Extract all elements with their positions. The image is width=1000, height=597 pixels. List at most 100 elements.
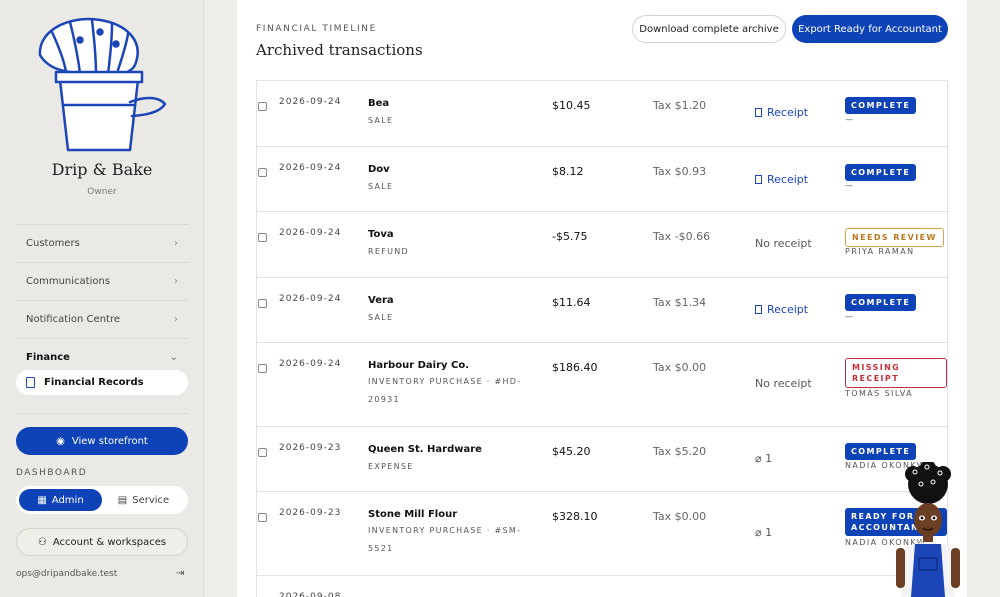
button-label: Account & workspaces [52,536,167,548]
dashboard-label: DASHBOARD [16,468,88,478]
row-amount: $8.12 [552,165,584,178]
users-icon: ⚇ [37,536,47,548]
row-tax: Tax $0.93 [653,165,707,178]
download-archive-button[interactable]: Download complete archive [632,15,786,43]
sidebar-item-communications[interactable]: Communications › [16,262,188,300]
row-amount: $11.64 [552,296,591,309]
row-name: Tova [368,229,394,240]
row-date: 2026-09-08 [279,592,342,597]
croissant-cup-logo [38,17,167,152]
section-eyebrow: FINANCIAL TIMELINE [256,24,377,34]
sidebar-item-label: Finance [26,352,70,363]
row-type: SALE [368,313,394,322]
row-checkbox[interactable] [258,168,267,177]
status-badge: MISSING RECEIPT [845,358,947,388]
no-receipt-label: No receipt [755,237,812,250]
paperclip-icon: ⌀ [755,452,762,465]
eye-icon: ◉ [56,435,65,447]
row-checkbox[interactable] [258,364,267,373]
row-name: Dov [368,164,390,175]
account-workspaces-button[interactable]: ⚇ Account & workspaces [16,528,188,556]
row-date: 2026-09-24 [279,228,342,238]
divider [16,413,188,414]
table-row[interactable]: 2026-09-24 Tova REFUND -$5.75 Tax -$0.66… [257,212,947,278]
row-date: 2026-09-24 [279,294,342,304]
status-badge: COMPLETE [845,294,917,311]
receipt-label: Receipt [767,303,809,316]
row-type: EXPENSE [368,462,414,471]
grid-icon: ▦ [37,494,47,506]
view-storefront-button[interactable]: ◉ View storefront [16,427,188,455]
assistant-avatar[interactable] [893,462,963,597]
chevron-down-icon: ⌄ [169,352,178,363]
row-tax: Tax -$0.66 [653,230,711,243]
row-date: 2026-09-23 [279,508,342,518]
table-row[interactable]: 2026-09-23 Queen St. Hardware EXPENSE $4… [257,427,947,492]
row-person: PRIYA RAMAN [845,247,915,256]
sidebar: Drip & Bake Owner Customers › Communicat… [0,0,204,597]
row-name: Bea [368,98,390,109]
row-checkbox[interactable] [258,513,267,522]
receipt-link[interactable]: Receipt [755,106,808,119]
table-row[interactable]: 2026-09-08 [257,576,947,597]
document-icon [755,108,762,117]
status-badge: COMPLETE [845,164,917,181]
row-name: Harbour Dairy Co. [368,360,470,371]
attachment-count[interactable]: ⌀ 1 [755,526,772,539]
table-row[interactable]: 2026-09-24 Bea SALE $10.45 Tax $1.20 Rec… [257,81,947,147]
user-email: ops@dripandbake.test [16,569,118,579]
sidebar-item-label: Financial Records [44,377,144,388]
chevron-right-icon: › [174,238,178,249]
receipt-label: Receipt [767,106,809,119]
row-type: REFUND [368,247,410,256]
row-type: SALE [368,116,394,125]
row-amount: $328.10 [552,510,598,523]
row-amount: -$5.75 [552,230,588,243]
export-accountant-button[interactable]: Export Ready for Accountant [792,15,948,43]
row-date: 2026-09-24 [279,97,342,107]
document-icon [755,175,762,184]
table-row[interactable]: 2026-09-23 Stone Mill Flour INVENTORY PU… [257,492,947,576]
sidebar-item-label: Communications [26,276,111,287]
row-checkbox[interactable] [258,102,267,111]
table-row[interactable]: 2026-09-24 Harbour Dairy Co. INVENTORY P… [257,343,947,427]
status-badge: COMPLETE [845,443,917,460]
row-checkbox[interactable] [258,448,267,457]
page-title: Archived transactions [256,41,423,59]
sidebar-nav: Customers › Communications › Notificatio… [16,224,188,376]
attachment-count-label: 1 [765,526,773,539]
logout-icon[interactable]: ⇥ [176,568,184,579]
row-tax: Tax $5.20 [653,445,707,458]
row-type: INVENTORY PURCHASE · #SM-5521 [368,526,522,553]
sidebar-item-customers[interactable]: Customers › [16,224,188,262]
row-name: Stone Mill Flour [368,509,458,520]
table-row[interactable]: 2026-09-24 Vera SALE $11.64 Tax $1.34 Re… [257,278,947,343]
sidebar-item-notification-centre[interactable]: Notification Centre › [16,300,188,338]
row-person: — [845,115,855,124]
document-icon [26,377,35,388]
chevron-right-icon: › [174,314,178,325]
row-amount: $10.45 [552,99,591,112]
row-tax: Tax $0.00 [653,361,707,374]
toggle-label: Service [132,494,170,506]
row-amount: $45.20 [552,445,591,458]
status-badge: COMPLETE [845,97,917,114]
receipt-link[interactable]: Receipt [755,173,808,186]
user-role: Owner [87,187,117,197]
row-date: 2026-09-23 [279,443,342,453]
row-person: — [845,181,855,190]
service-toggle-button[interactable]: ▤ Service [102,489,185,511]
attachment-count[interactable]: ⌀ 1 [755,452,772,465]
row-person: TOMÁS SILVA [845,389,914,398]
sidebar-item-financial-records[interactable]: Financial Records [16,370,188,395]
sidebar-item-label: Customers [26,238,80,249]
admin-toggle-button[interactable]: ▦ Admin [19,489,102,511]
no-receipt-label: No receipt [755,377,812,390]
row-name: Queen St. Hardware [368,444,482,455]
row-checkbox[interactable] [258,233,267,242]
table-row[interactable]: 2026-09-24 Dov SALE $8.12 Tax $0.93 Rece… [257,147,947,212]
register-icon: ▤ [117,494,128,506]
receipt-link[interactable]: Receipt [755,303,808,316]
document-icon [755,305,762,314]
row-checkbox[interactable] [258,299,267,308]
